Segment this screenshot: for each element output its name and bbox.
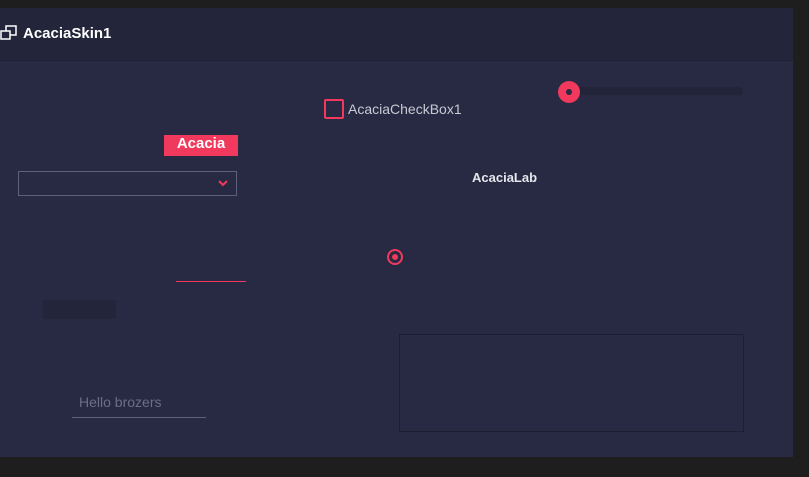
acacia-button[interactable]: Acacia xyxy=(164,135,238,156)
accent-separator xyxy=(176,281,246,282)
dark-panel xyxy=(43,300,116,319)
acacia-checkbox[interactable] xyxy=(324,99,344,119)
content-panel xyxy=(399,334,744,432)
window-title: AcaciaSkin1 xyxy=(23,25,112,42)
acacia-radio-button[interactable] xyxy=(387,249,403,265)
slider-track[interactable] xyxy=(570,87,743,95)
app-window: AcaciaSkin1 AcaciaCheckBox1 Acacia Acaci… xyxy=(0,8,793,457)
title-bar[interactable]: AcaciaSkin1 xyxy=(0,8,793,63)
combo-box[interactable] xyxy=(18,171,237,196)
slider-thumb[interactable] xyxy=(558,81,580,103)
acacia-label: AcaciaLab xyxy=(472,170,538,185)
text-input-placeholder: Hello brozers xyxy=(79,394,162,410)
chevron-down-icon xyxy=(218,180,228,187)
windows-icon xyxy=(0,25,17,40)
checkbox-label[interactable]: AcaciaCheckBox1 xyxy=(348,101,462,117)
text-input[interactable]: Hello brozers xyxy=(72,390,206,418)
